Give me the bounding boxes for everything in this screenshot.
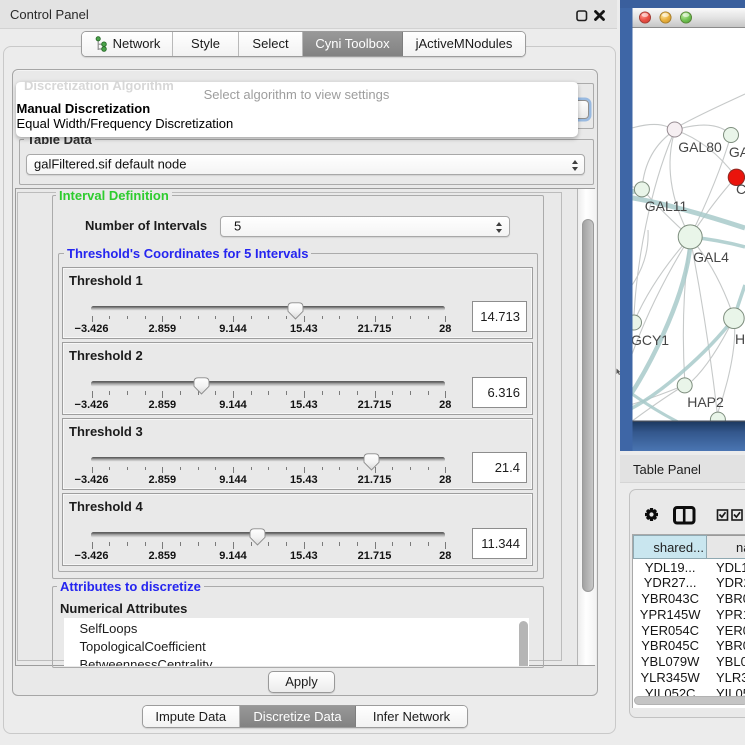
svg-text:GCY1: GCY1 — [631, 332, 669, 348]
svg-text:GA: GA — [729, 144, 745, 160]
svg-text:GAL11: GAL11 — [645, 198, 688, 214]
svg-text:H: H — [735, 331, 745, 347]
svg-text:GAL4: GAL4 — [693, 249, 729, 265]
svg-text:HAP2: HAP2 — [687, 394, 724, 410]
svg-text:C: C — [736, 181, 745, 197]
svg-text:GAL80: GAL80 — [678, 139, 722, 155]
